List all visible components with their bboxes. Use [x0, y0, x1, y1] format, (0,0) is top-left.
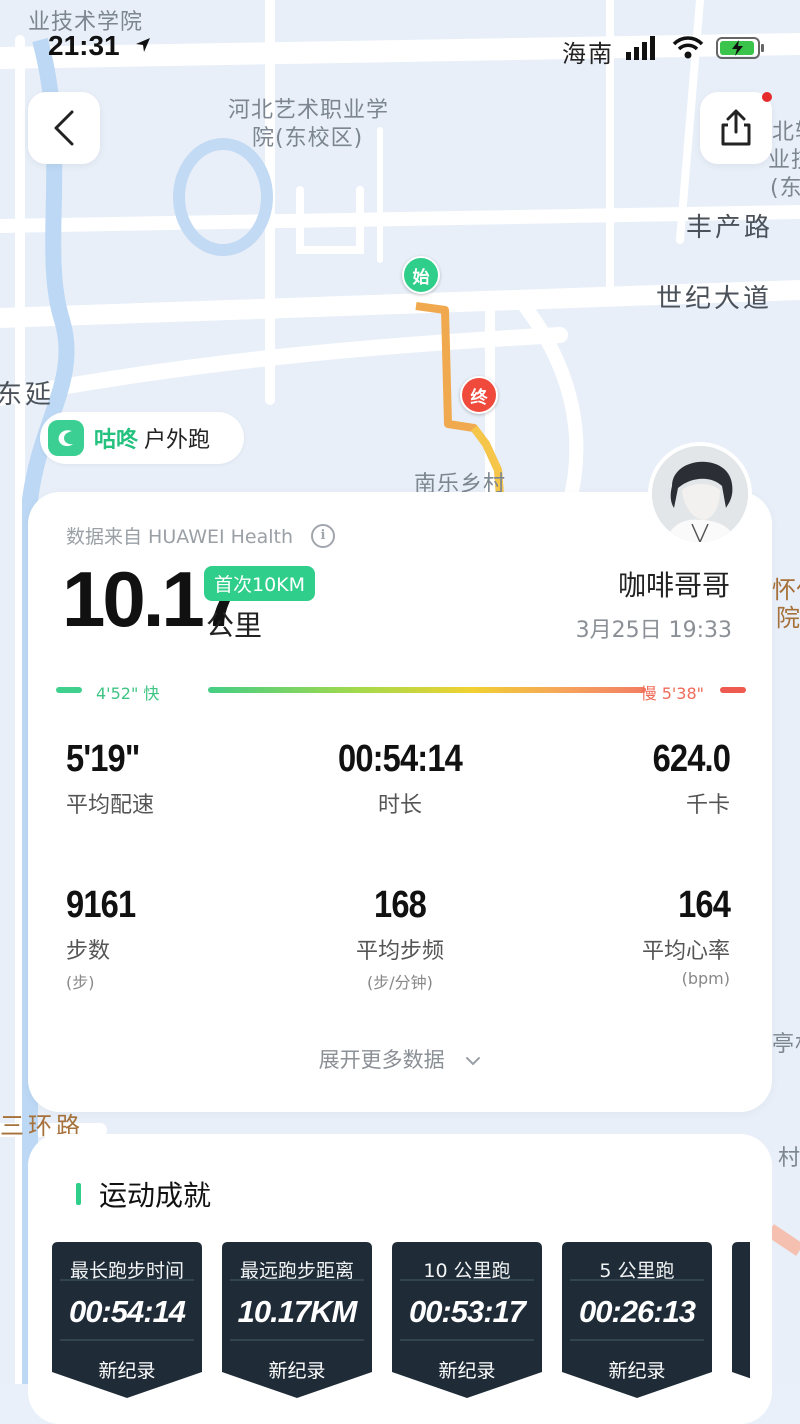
notification-dot — [762, 92, 772, 102]
medal-value: 00:53:17 — [408, 1294, 526, 1329]
status-bar: 21:31 海南 — [0, 30, 800, 70]
share-button[interactable] — [700, 92, 772, 164]
pace-slow-dash — [720, 687, 746, 693]
expand-more-button[interactable]: 展开更多数据 — [28, 1044, 772, 1074]
app-brand-pill[interactable]: 咕咚 户外跑 — [40, 412, 244, 464]
user-name: 咖啡哥哥 — [617, 569, 730, 602]
medal-value: 00:54:14 — [68, 1294, 186, 1329]
map-label: 丰产路 — [686, 213, 774, 243]
stat-sublabel: (步) — [66, 973, 95, 992]
stat-label: 平均配速 — [66, 793, 155, 818]
avatar[interactable] — [648, 442, 752, 546]
medal-record: 新纪录 — [608, 1360, 666, 1382]
stat-label: 平均步频 — [355, 939, 444, 964]
medal-title: 最长跑步时间 — [69, 1260, 184, 1282]
stat-value: 00:54:14 — [338, 738, 463, 780]
info-icon[interactable]: i — [311, 523, 336, 548]
achievement-medal[interactable]: 最远跑步距离 10.17KM 新纪录 — [220, 1240, 374, 1400]
status-carrier: 海南 — [562, 40, 614, 68]
achievement-medal[interactable]: 最长跑步时间 00:54:14 新纪录 — [50, 1240, 204, 1400]
stat-value: 9161 — [66, 884, 136, 926]
pace-gradient — [208, 687, 646, 693]
workout-datetime: 3月25日 19:33 — [575, 618, 732, 643]
battery-icon — [716, 37, 764, 59]
activity-mode: 户外跑 — [144, 428, 211, 453]
stat-duration: 00:54:14 时长 — [290, 738, 510, 819]
map-label: 亭村 — [772, 1032, 800, 1057]
chevron-left-icon — [54, 110, 74, 146]
codoon-logo-icon — [48, 420, 84, 456]
pace-fast-label: 4'52" 快 — [96, 684, 160, 703]
stat-cadence: 168 平均步频 (步/分钟) — [290, 884, 510, 993]
map-label: 世纪大道 — [656, 284, 773, 314]
achievements-card: 运动成就 最长跑步时间 00:54:14 新纪录 最远跑步距离 10.17KM … — [28, 1134, 772, 1424]
achievement-medal-partial[interactable] — [730, 1240, 750, 1400]
stat-sublabel: (bpm) — [681, 969, 730, 988]
map-label: 院 — [776, 604, 800, 632]
wifi-icon — [672, 36, 704, 59]
brand-name: 咕咚 — [94, 428, 139, 453]
end-pin[interactable]: 终 — [460, 376, 498, 414]
data-source-label: 数据来自 HUAWEI Health — [66, 526, 294, 548]
title-accent-bar — [76, 1183, 81, 1205]
map-label: (东 — [770, 176, 800, 201]
stat-value: 168 — [374, 884, 427, 926]
stat-avg-pace: 5'19" 平均配速 — [66, 738, 154, 819]
workout-summary-card: 数据来自 HUAWEI Health i 10.17 首次10KM 公里 咖啡哥… — [28, 442, 772, 1112]
stat-steps: 9161 步数 (步) — [66, 884, 147, 993]
data-source: 数据来自 HUAWEI Health i — [66, 522, 336, 549]
stat-sublabel: (步/分钟) — [367, 973, 433, 992]
stat-label: 步数 — [66, 939, 111, 964]
pace-fast-dash — [56, 687, 82, 693]
achievement-medal[interactable]: 10 公里跑 00:53:17 新纪录 — [390, 1240, 544, 1400]
back-button[interactable] — [28, 92, 100, 164]
map-label: 东延 — [0, 380, 55, 410]
medal-value: 10.17KM — [237, 1294, 358, 1329]
stat-heart-rate: 164 平均心率 (bpm) — [641, 884, 731, 988]
distance-unit: 公里 — [206, 609, 263, 642]
achievements-title-text: 运动成就 — [99, 1179, 212, 1212]
status-time: 21:31 — [48, 30, 120, 61]
pace-slow-label: 慢 5'38" — [640, 684, 704, 703]
start-pin[interactable]: 始 — [402, 256, 440, 294]
chevron-down-icon — [466, 1057, 481, 1066]
stat-value: 5'19" — [66, 738, 140, 780]
stat-value: 624.0 — [652, 738, 731, 780]
stat-label: 时长 — [377, 793, 422, 818]
medal-record: 新纪录 — [438, 1360, 496, 1382]
medal-record: 新纪录 — [98, 1360, 156, 1382]
location-arrow-icon — [136, 38, 150, 52]
medal-title: 10 公里跑 — [423, 1260, 511, 1282]
stat-calories: 624.0 千卡 — [640, 738, 731, 819]
stat-label: 千卡 — [685, 793, 730, 818]
expand-more-label: 展开更多数据 — [318, 1048, 445, 1072]
medal-value: 00:26:13 — [578, 1294, 696, 1329]
stat-value: 164 — [678, 884, 731, 926]
medal-title: 5 公里跑 — [599, 1260, 675, 1282]
medal-record: 新纪录 — [268, 1360, 326, 1382]
map-label: 院(东校区) — [252, 126, 364, 151]
first-10km-badge: 首次10KM — [204, 566, 316, 601]
pace-range-bar: 4'52" 快 慢 5'38" — [56, 684, 746, 703]
stat-label: 平均心率 — [641, 939, 730, 964]
share-icon — [721, 109, 751, 146]
achievements-title: 运动成就 — [76, 1174, 211, 1214]
map-label: 村 — [778, 1146, 800, 1171]
signal-icon — [626, 36, 655, 60]
medal-title: 最远跑步距离 — [239, 1260, 354, 1282]
achievement-medal[interactable]: 5 公里跑 00:26:13 新纪录 — [560, 1240, 714, 1400]
